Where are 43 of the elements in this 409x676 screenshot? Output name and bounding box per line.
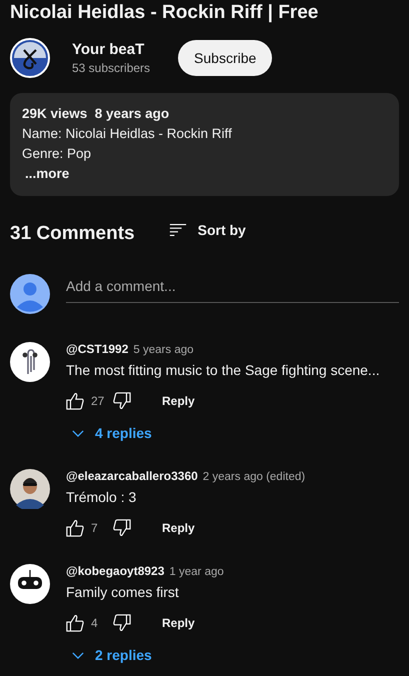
gamepad-avatar-icon[interactable] [10, 564, 50, 604]
channel-avatar-icon[interactable] [10, 38, 50, 78]
comment-author[interactable]: @kobegaoyt8923 [66, 564, 164, 578]
chevron-down-icon [72, 652, 84, 658]
comment-text: Trémolo : 3 [66, 489, 138, 505]
person-avatar-icon[interactable] [10, 469, 50, 509]
like-icon[interactable] [66, 614, 84, 632]
comment-author[interactable]: @CST1992 [66, 342, 128, 356]
like-icon[interactable] [66, 519, 84, 537]
like-count: 27 [91, 394, 106, 408]
subscribe-button[interactable]: Subscribe [178, 40, 272, 76]
paperclip-avatar-icon[interactable] [10, 342, 50, 382]
chevron-down-icon [72, 430, 84, 436]
channel-name[interactable]: Your beaT [72, 41, 150, 58]
comment-author[interactable]: @eleazarcaballero3360 [66, 469, 198, 483]
sort-icon [168, 223, 187, 237]
description-line: Genre: Pop [22, 145, 92, 163]
reply-button[interactable]: Reply [156, 517, 201, 539]
dislike-icon[interactable] [113, 392, 131, 410]
replies-toggle[interactable]: 4 replies [66, 419, 380, 447]
sort-button[interactable]: Sort by [168, 222, 246, 238]
more-link[interactable]: ...more [22, 164, 70, 184]
comment-text: The most fitting music to the Sage fighting scene... [66, 362, 380, 378]
dislike-icon[interactable] [113, 614, 131, 632]
user-avatar-icon [10, 274, 50, 314]
reply-button[interactable]: Reply [156, 612, 201, 634]
comment-time: 5 years ago [133, 344, 194, 356]
dislike-icon[interactable] [113, 519, 131, 537]
comment-time: 2 years ago (edited) [202, 471, 306, 483]
comment-text: Family comes first [66, 584, 180, 600]
comment-count: 31 Comments [10, 223, 135, 245]
like-count: 4 [91, 616, 99, 630]
subscriber-count: 53 subscribers [72, 61, 150, 75]
replies-toggle[interactable]: 2 replies [66, 641, 224, 669]
description-line: Name: Nicolai Heidlas - Rockin Riff [22, 125, 233, 143]
like-count: 7 [91, 521, 99, 535]
reply-button[interactable]: Reply [156, 390, 201, 412]
view-stats: 29K views 8 years ago [22, 105, 170, 123]
video-title: Nicolai Heidlas - Rockin Riff | Free [10, 1, 320, 25]
description-card[interactable]: 29K views 8 years ago Name: Nicolai Heidlas - Rockin Riff Genre: Pop ...more [10, 93, 399, 196]
comment-time: 1 year ago [169, 566, 224, 578]
like-icon[interactable] [66, 392, 84, 410]
comment-input-field[interactable]: Add a comment... [66, 274, 399, 303]
